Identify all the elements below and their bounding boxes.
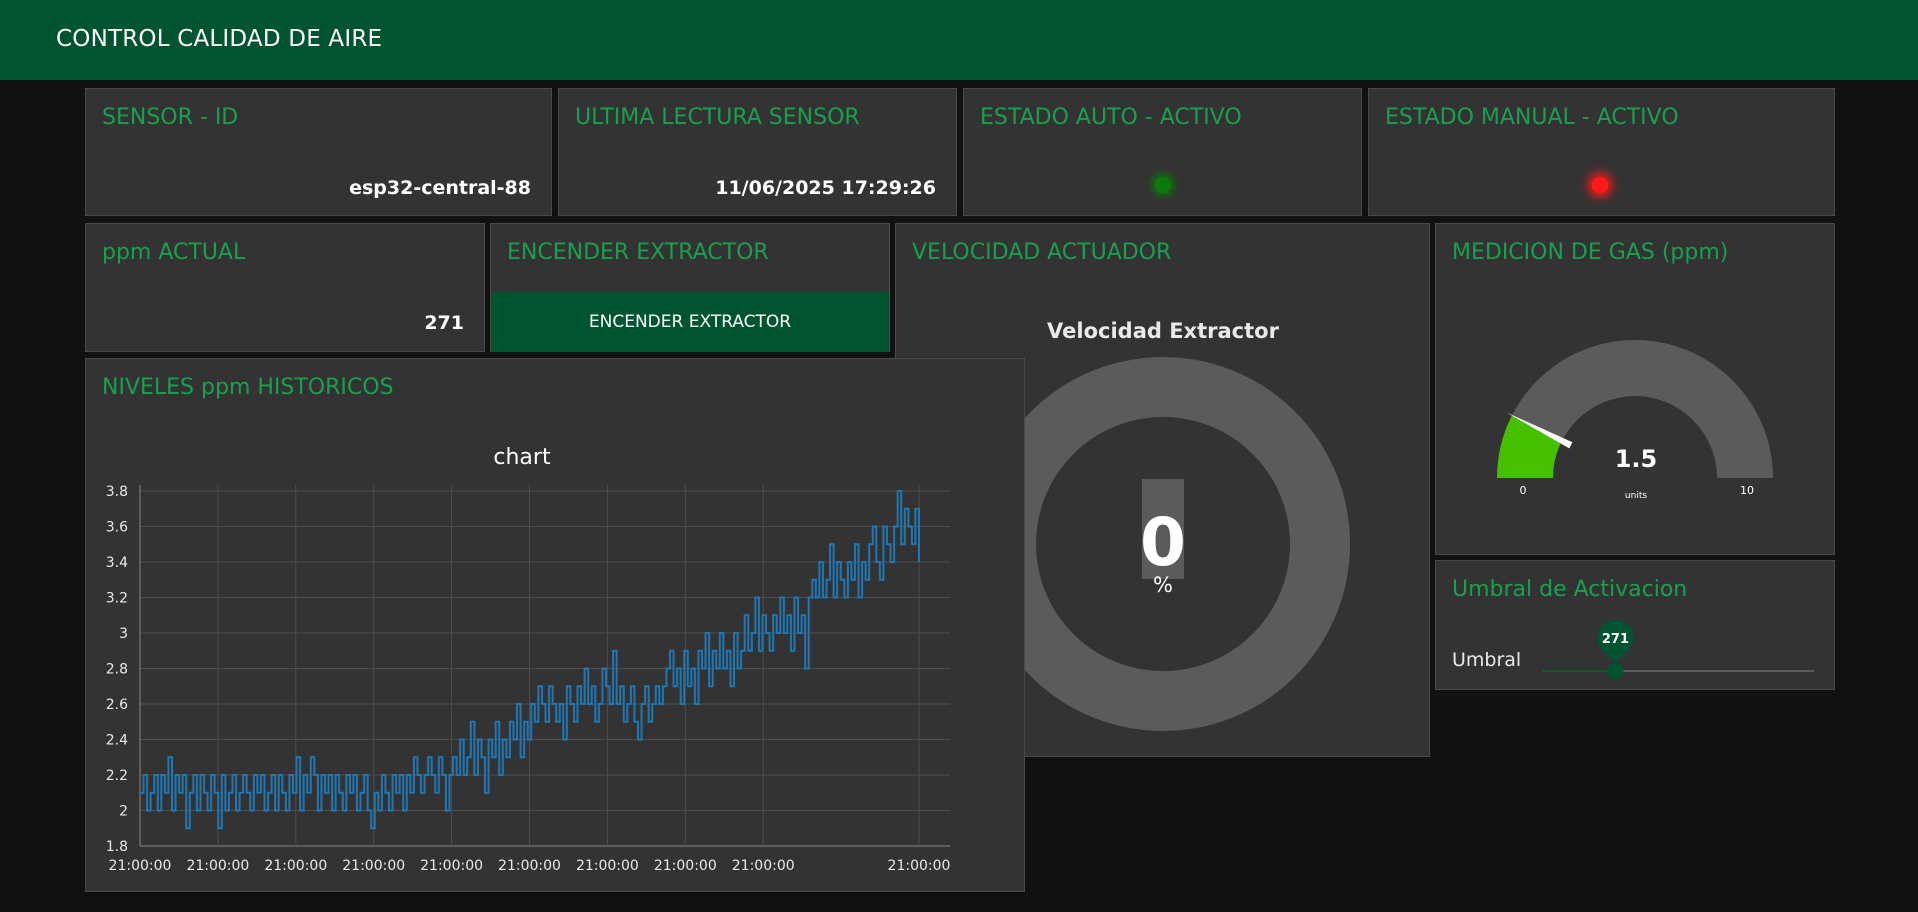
chart-x-tick-label: 21:00:00 (654, 858, 717, 874)
chart-x-tick-label: 21:00:00 (420, 858, 483, 874)
history-card: NIVELES ppm HISTORICOS chart 1.8 2 2.2 2.4 2… (85, 358, 1025, 892)
chart-y-tick-label: 3.4 (106, 555, 128, 571)
gas-gauge-units: units (1625, 491, 1647, 501)
chart-y-tick-label: 2.6 (106, 697, 128, 713)
ppm-actual-card: ppm ACTUAL 271 (85, 223, 485, 352)
chart-x-tick-label: 21:00:00 (732, 858, 795, 874)
threshold-slider[interactable]: 271 (1436, 561, 1834, 689)
last-reading-card: ULTIMA LECTURA SENSOR 11/06/2025 17:29:2… (558, 88, 957, 216)
sensor-id-card: SENSOR - ID esp32-central-88 (85, 88, 552, 216)
chart-x-tick-label: 21:00:00 (576, 858, 639, 874)
chart-y-tick-label: 3.2 (106, 591, 128, 607)
gas-gauge-value: 1.5 (1615, 445, 1658, 473)
manual-state-led-icon (1592, 177, 1608, 193)
sensor-id-value: esp32-central-88 (349, 177, 531, 199)
auto-state-led-icon (1155, 177, 1171, 193)
threshold-slider-handle[interactable]: 271 (1597, 599, 1634, 679)
chart-y-tick-label: 1.8 (106, 839, 128, 855)
gas-gauge-min-label: 0 (1520, 484, 1527, 497)
last-reading-value: 11/06/2025 17:29:26 (715, 177, 936, 199)
manual-state-title: ESTADO MANUAL - ACTIVO (1385, 105, 1679, 130)
manual-state-card: ESTADO MANUAL - ACTIVO (1368, 88, 1835, 216)
chart-y-tick-label: 3.6 (106, 520, 128, 536)
chart-y-tick-label: 2.4 (106, 733, 128, 749)
chart-y-tick-label: 3.8 (106, 484, 128, 500)
chart-title: chart (493, 445, 551, 470)
threshold-card: Umbral de Activacion Umbral 271 (1435, 560, 1835, 690)
chart-y-tick-label: 2.2 (106, 768, 128, 784)
sensor-id-title: SENSOR - ID (102, 105, 239, 130)
header-bar: CONTROL CALIDAD DE AIRE (0, 0, 1918, 80)
chart-x-tick-label: 21:00:00 (109, 858, 172, 874)
gas-gauge-card: MEDICION DE GAS (ppm) 1.5 units 0 10 (1435, 223, 1835, 555)
history-line-chart: chart 1.8 2 2.2 2.4 2.6 2.8 3 3.2 3.4 3.6 3.8 21:0… (106, 445, 951, 874)
gas-gauge: 1.5 units 0 10 (1497, 340, 1773, 501)
app-title: CONTROL CALIDAD DE AIRE (56, 26, 383, 52)
chart-x-tick-label: 21:00:00 (264, 858, 327, 874)
chart-x-tick-label: 21:00:00 (342, 858, 405, 874)
ppm-actual-title: ppm ACTUAL (102, 240, 246, 265)
extractor-card: ENCENDER EXTRACTOR ENCENDER EXTRACTOR (490, 223, 890, 352)
chart-y-tick-label: 3 (119, 626, 128, 642)
speed-unit: % (1153, 573, 1173, 597)
threshold-value: 271 (1602, 632, 1629, 647)
gas-gauge-max-label: 10 (1740, 484, 1754, 497)
chart-y-tick-label: 2.8 (106, 662, 128, 678)
chart-x-tick-label: 21:00:00 (186, 858, 249, 874)
speed-donut-title: Velocidad Extractor (1047, 319, 1280, 343)
extractor-title: ENCENDER EXTRACTOR (507, 240, 769, 265)
auto-state-title: ESTADO AUTO - ACTIVO (980, 105, 1242, 130)
speed-value: 0 (1140, 504, 1186, 581)
auto-state-card: ESTADO AUTO - ACTIVO (963, 88, 1362, 216)
chart-x-axis: 21:00:00 21:00:00 21:00:00 21:00:00 21:00:00… (109, 858, 951, 874)
last-reading-title: ULTIMA LECTURA SENSOR (575, 105, 860, 130)
chart-y-axis: 1.8 2 2.2 2.4 2.6 2.8 3 3.2 3.4 3.6 3.8 (106, 484, 128, 855)
ppm-actual-value: 271 (424, 312, 464, 334)
turn-on-extractor-button[interactable]: ENCENDER EXTRACTOR (491, 292, 889, 352)
chart-x-tick-label: 21:00:00 (888, 858, 951, 874)
chart-x-tick-label: 21:00:00 (498, 858, 561, 874)
chart-y-tick-label: 2 (119, 804, 128, 820)
